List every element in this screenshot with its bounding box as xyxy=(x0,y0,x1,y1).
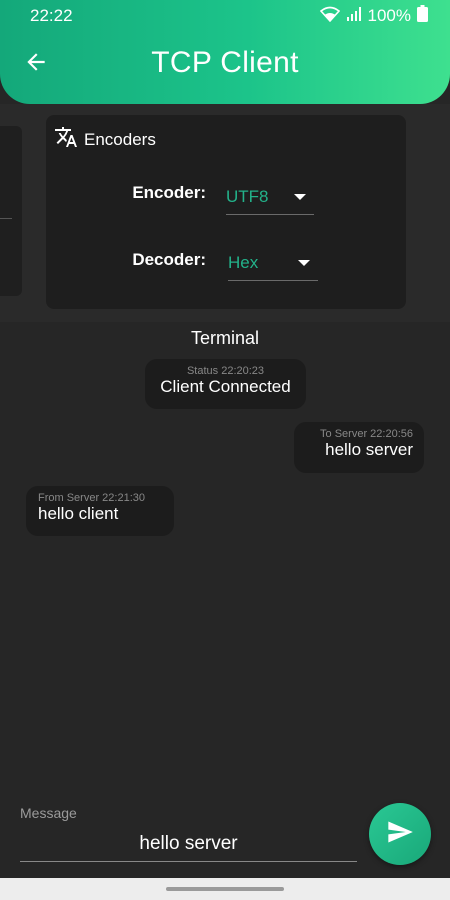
message-text: hello client xyxy=(38,504,119,523)
decoder-label: Decoder: xyxy=(132,250,206,269)
decoder-value: Hex xyxy=(228,253,259,272)
terminal-title: Terminal xyxy=(190,328,260,348)
system-nav-bar xyxy=(0,878,450,900)
decoder-dropdown[interactable]: Hex xyxy=(228,246,318,281)
home-gesture-handle[interactable] xyxy=(166,887,284,891)
message-meta: From Server 22:21:30 xyxy=(38,492,145,504)
encoder-dropdown[interactable]: UTF8 xyxy=(226,179,314,215)
message-text: hello server xyxy=(325,440,413,459)
send-button[interactable] xyxy=(369,803,431,865)
divider xyxy=(0,218,12,219)
encoder-row: Encoder: xyxy=(106,183,206,203)
signal-icon xyxy=(346,6,362,26)
battery-icon xyxy=(417,5,428,27)
app-bar: TCP Client xyxy=(0,32,450,98)
connection-card-partial[interactable] xyxy=(0,126,22,296)
page-title: TCP Client xyxy=(151,46,299,79)
translate-icon xyxy=(54,125,78,154)
encoders-header: Encoders xyxy=(54,125,156,154)
status-time: 22:22 xyxy=(30,6,73,25)
encoder-label: Encoder: xyxy=(132,183,206,202)
status-icons: 100% xyxy=(319,5,428,27)
encoders-card: Encoders Encoder: UTF8 Decoder: Hex xyxy=(46,115,406,309)
encoder-value: UTF8 xyxy=(226,186,269,206)
message-bubble-sent: To Server 22:20:56 hello server xyxy=(294,422,424,473)
decoder-row: Decoder: xyxy=(106,250,206,270)
chevron-down-icon xyxy=(298,260,310,266)
chevron-down-icon xyxy=(294,193,306,200)
status-bar: 22:22 100% xyxy=(0,0,450,32)
message-meta: To Server 22:20:56 xyxy=(320,428,413,440)
message-input-label: Message xyxy=(20,805,77,821)
message-text: Client Connected xyxy=(160,377,291,396)
message-bubble-status: Status 22:20:23 Client Connected xyxy=(145,359,306,409)
message-meta: Status 22:20:23 xyxy=(186,365,265,377)
send-icon xyxy=(386,818,414,851)
battery-percent: 100% xyxy=(367,6,411,25)
message-input[interactable] xyxy=(20,826,357,862)
message-bubble-received: From Server 22:21:30 hello client xyxy=(26,486,174,536)
encoders-title: Encoders xyxy=(84,129,156,149)
wifi-icon xyxy=(319,6,340,27)
